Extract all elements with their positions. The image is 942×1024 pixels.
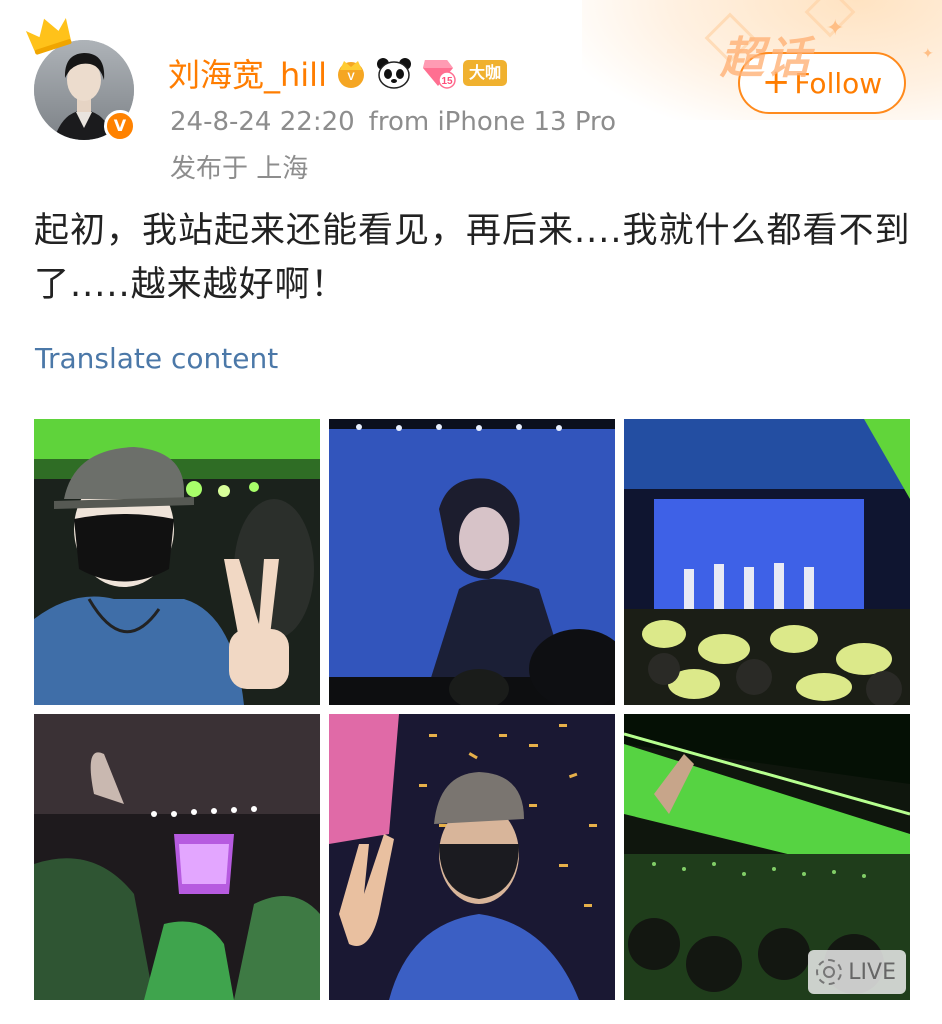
photo-2[interactable]: [329, 419, 615, 705]
post-meta: 24-8-24 22:20 from iPhone 13 Pro: [170, 107, 616, 137]
svg-text:V: V: [347, 71, 355, 83]
post-text: 起初，我站起来还能看见，再后来....我就什么都看不到了.....越来越好啊！: [34, 211, 911, 305]
level-15-icon[interactable]: 15: [419, 56, 457, 90]
photo-5[interactable]: [329, 714, 615, 1000]
photo-grid: LIVE: [34, 419, 910, 1000]
avatar[interactable]: V: [25, 18, 136, 142]
vip-crown-icon[interactable]: V: [333, 56, 369, 90]
live-photo-badge[interactable]: LIVE: [808, 950, 906, 994]
daka-tag[interactable]: 大咖: [462, 60, 507, 86]
live-label: LIVE: [848, 959, 896, 985]
author-row: 刘海宽_hill V 15 大咖: [168, 52, 507, 94]
photo-6[interactable]: LIVE: [624, 714, 910, 1000]
verified-badge: V: [104, 110, 136, 142]
post-time: 24-8-24 22:20: [170, 107, 355, 137]
photo-4[interactable]: [34, 714, 320, 1000]
svg-text:15: 15: [441, 76, 453, 87]
username[interactable]: 刘海宽_hill: [168, 50, 327, 96]
supertopic-label: 超话: [720, 33, 812, 84]
translate-link[interactable]: Translate content: [35, 342, 278, 375]
post-location: 发布于 上海: [170, 154, 309, 184]
panda-icon[interactable]: [375, 56, 413, 90]
post-source: from iPhone 13 Pro: [368, 107, 617, 137]
live-icon: [816, 959, 843, 985]
photo-3[interactable]: [624, 419, 910, 705]
photo-1[interactable]: [34, 419, 320, 705]
